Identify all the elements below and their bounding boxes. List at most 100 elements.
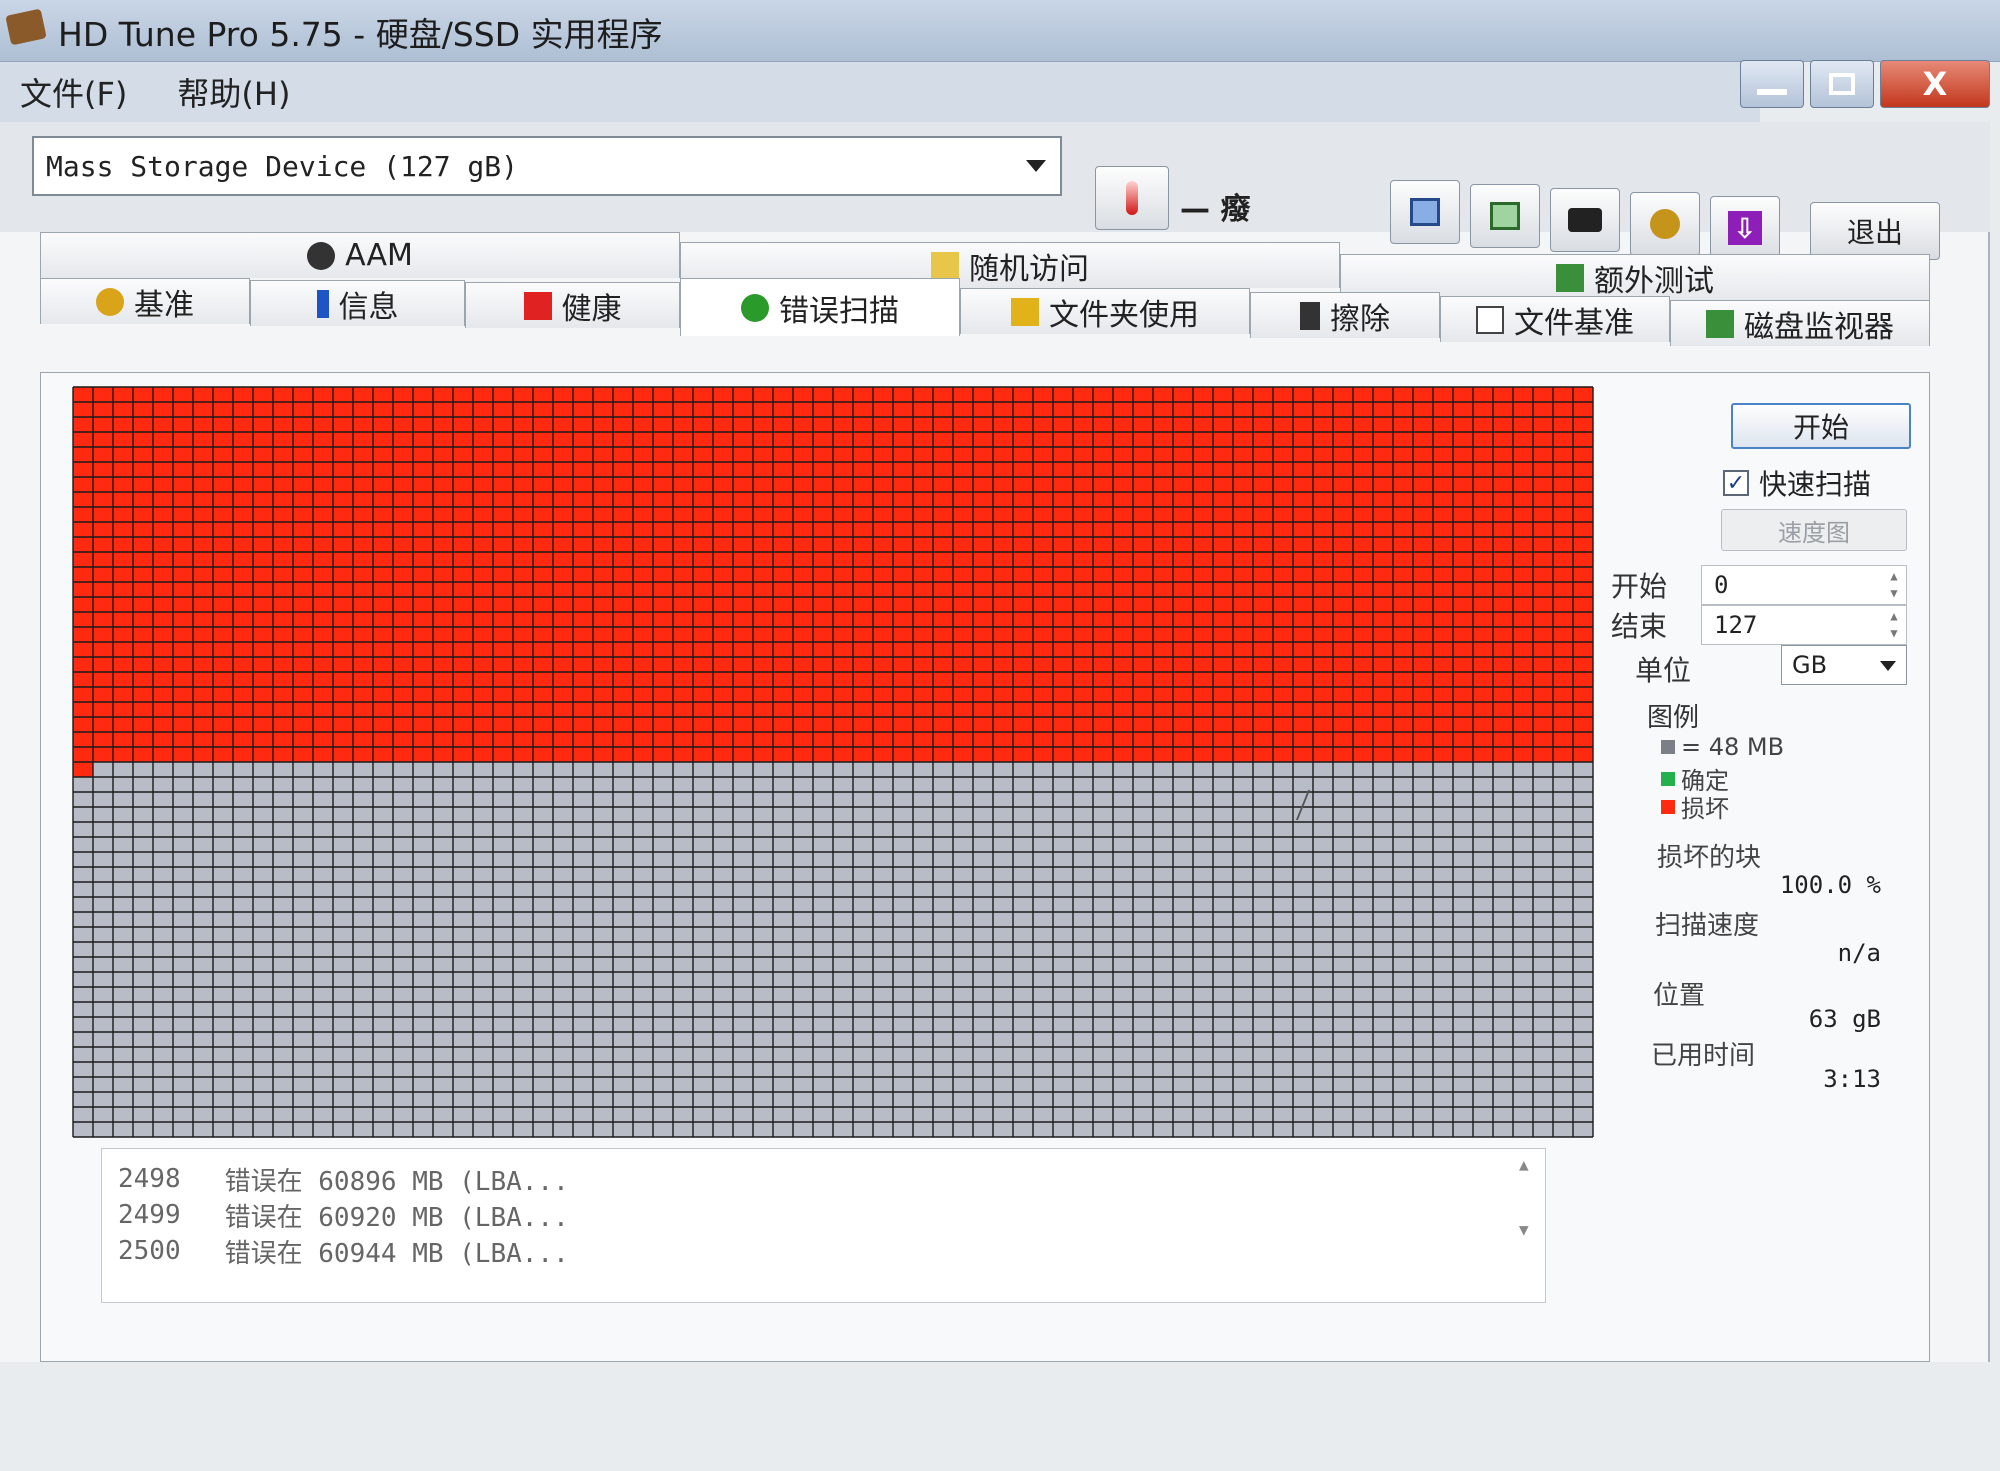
legend-bad-text: 损坏 [1681,795,1729,823]
copy-all-icon [1490,202,1520,230]
maximize-icon [1829,73,1855,95]
position-value: 63 gB [1808,1005,1881,1033]
menu-bar: 文件(F) 帮助(H) [0,62,1760,122]
tab-folder-usage[interactable]: 文件夹使用 [960,288,1250,334]
scan-speed-label: 扫描速度 [1655,911,1760,941]
close-button[interactable]: X [1880,60,1990,108]
monitor-chart-icon [1706,309,1734,338]
menu-file[interactable]: 文件(F) [20,69,127,115]
tab-label: 信息 [338,289,399,325]
menu-help[interactable]: 帮助(H) [177,69,290,115]
log-text: 错误在 60920 MB (LBA... [224,1202,569,1233]
tab-label: 额外测试 [1594,263,1714,299]
scroll-up-icon[interactable]: ▲ [1519,1155,1541,1174]
log-text: 错误在 60896 MB (LBA... [224,1166,569,1197]
title-bar: HD Tune Pro 5.75 - 硬盘/SSD 实用程序 [0,0,2000,62]
legend-bad-swatch [1661,799,1675,814]
bad-blocks-partial-row [73,762,93,777]
lightbulb-icon [96,287,124,316]
tab-label: AAM [345,238,413,273]
position-label: 位置 [1653,981,1706,1011]
tab-aam[interactable]: AAM [40,232,680,278]
speaker-icon [307,241,336,270]
log-row: 2498 错误在 60896 MB (LBA... [118,1161,1529,1197]
end-label: 结束 [1611,610,1668,643]
folder-icon [1011,297,1039,326]
tab-label: 错误扫描 [779,293,899,329]
tab-label: 基准 [134,287,194,323]
error-log[interactable]: 2498 错误在 60896 MB (LBA... 2499 错误在 60920… [101,1148,1546,1303]
unit-dropdown[interactable]: GB [1781,645,1907,685]
start-label: 开始 [1611,570,1668,603]
legend-bad: 损坏 [1661,789,1729,824]
end-input[interactable]: 127 ▲ ▼ [1701,605,1907,645]
log-row: 2500 错误在 60944 MB (LBA... [118,1233,1529,1269]
camera-icon [1568,208,1602,232]
start-input[interactable]: 0 ▲ ▼ [1701,565,1907,605]
tab-file-benchmark[interactable]: 文件基准 [1440,296,1670,342]
bar-chart-icon [1556,263,1584,292]
tab-benchmark[interactable]: 基准 [40,278,250,324]
legend-ok-swatch [1661,771,1675,786]
start-value: 0 [1714,571,1729,599]
trash-icon [1300,301,1320,330]
error-scan-panel: 2498 错误在 60896 MB (LBA... 2499 错误在 60920… [40,372,1930,1362]
legend-block-text: = 48 MB [1681,733,1785,761]
elapsed-label: 已用时间 [1651,1041,1756,1071]
maximize-button[interactable] [1810,60,1874,108]
tab-error-scan[interactable]: 错误扫描 [680,278,960,336]
window-controls: X [1740,60,1990,108]
tab-label: 磁盘监视器 [1744,309,1894,345]
scroll-down-icon[interactable]: ▼ [1519,1220,1541,1239]
unit-label: 单位 [1635,654,1692,687]
quick-scan-checkbox[interactable]: ✓ [1723,470,1749,496]
window-title: HD Tune Pro 5.75 - 硬盘/SSD 实用程序 [58,15,663,54]
app-icon [5,8,47,46]
unit-value: GB [1792,651,1828,679]
tab-health[interactable]: 健康 [465,282,680,328]
legend-label: 图例 [1647,703,1700,733]
scan-speed-value: n/a [1837,939,1881,967]
client-area: Mass Storage Device (127 gB) — 癈 ⇩ 退出 AA… [0,122,1990,1362]
tab-strip: AAM 随机访问 额外测试 基准 信息 健康 错误扫描 文件夹使用 擦除 文件基… [40,232,1930,372]
chevron-down-icon [1026,160,1046,172]
tab-label: 擦除 [1330,301,1390,337]
legend-block-swatch [1661,740,1675,754]
quick-scan-label: 快速扫描 [1759,468,1872,501]
magnifier-icon [741,293,769,322]
start-spinner[interactable]: ▲ ▼ [1884,568,1904,602]
tab-label: 健康 [561,291,622,327]
scan-controls: 开始 ✓ 快速扫描 速度图 开始 0 ▲ ▼ 结束 127 ▲ ▼ 单位 GB 图例 [1611,393,1911,1153]
tab-label: 随机访问 [969,251,1089,287]
device-name: Mass Storage Device (127 gB) [46,149,519,183]
temperature-button[interactable] [1095,166,1169,230]
legend-block-size: = 48 MB [1661,733,1784,761]
start-scan-button[interactable]: 开始 [1731,403,1911,449]
tab-label: 文件基准 [1514,305,1634,341]
tab-label: 文件夹使用 [1049,297,1199,333]
bad-blocks-value: 100.0 % [1779,871,1881,899]
end-spinner[interactable]: ▲ ▼ [1884,608,1904,642]
copy-icon [1410,198,1440,226]
elapsed-value: 3:13 [1823,1065,1881,1093]
toolbar: Mass Storage Device (127 gB) — 癈 ⇩ 退出 [0,122,1990,260]
temperature-readout: — 癈 [1180,192,1251,227]
info-icon [316,289,329,318]
chevron-down-icon [1880,661,1896,671]
minimize-button[interactable] [1740,60,1804,108]
tab-info[interactable]: 信息 [250,280,465,326]
device-dropdown[interactable]: Mass Storage Device (127 gB) [32,136,1062,196]
log-scrollbar[interactable]: ▲ ▼ [1519,1155,1541,1255]
bad-blocks-label: 损坏的块 [1657,843,1762,873]
log-index: 2499 [118,1200,181,1230]
log-row: 2499 错误在 60920 MB (LBA... [118,1197,1529,1233]
chart-icon [931,251,959,280]
file-icon [1476,305,1504,334]
quick-scan-option[interactable]: ✓ 快速扫描 [1723,463,1871,503]
tab-erase[interactable]: 擦除 [1250,292,1440,338]
tab-disk-monitor[interactable]: 磁盘监视器 [1670,300,1930,346]
thermometer-icon [1126,181,1138,215]
speed-map-button[interactable]: 速度图 [1721,509,1907,551]
minimize-icon [1757,89,1787,95]
log-text: 错误在 60944 MB (LBA... [224,1238,569,1269]
